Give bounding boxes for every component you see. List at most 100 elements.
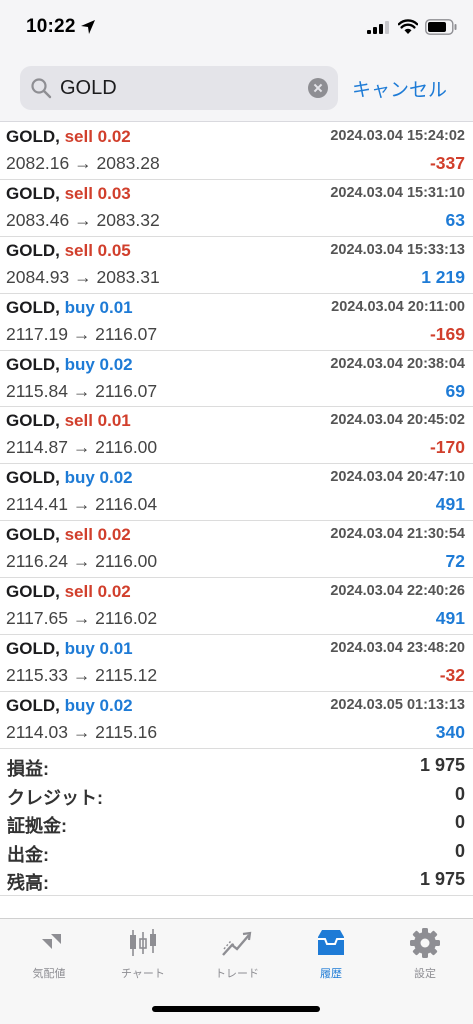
summary-value: 0 <box>454 783 465 804</box>
chart-icon <box>130 929 156 956</box>
trade-row[interactable]: GOLD, sell 0.05 2024.03.04 15:33:13 2084.9… <box>0 237 473 294</box>
trade-symbol: GOLD, buy 0.01 <box>6 639 133 659</box>
tab-trade[interactable]: トレード <box>190 927 284 987</box>
trade-symbol: GOLD, sell 0.01 <box>6 411 131 431</box>
trade-row[interactable]: GOLD, buy 0.01 2024.03.04 23:48:20 2115.33… <box>0 635 473 692</box>
wifi-icon <box>398 19 418 34</box>
trade-row[interactable]: GOLD, sell 0.02 2024.03.04 22:40:26 2117.6… <box>0 578 473 636</box>
trade-side: buy 0.01 <box>64 639 133 659</box>
trade-profit: 491 <box>435 608 465 629</box>
status-time: 10:22 <box>26 16 76 37</box>
clear-search-icon[interactable] <box>308 78 328 98</box>
summary-row: 残高: 1 975 <box>0 866 473 895</box>
tab-settings[interactable]: 設定 <box>378 927 472 987</box>
trade-side: buy 0.02 <box>64 695 133 715</box>
trade-row[interactable]: GOLD, sell 0.01 2024.03.04 20:45:02 2114.8… <box>0 407 473 465</box>
trade-row[interactable]: GOLD, sell 0.03 2024.03.04 15:31:10 2083.4… <box>0 180 473 237</box>
symbol-name: GOLD, <box>6 297 60 317</box>
search-field[interactable] <box>20 66 338 110</box>
symbol-name: GOLD, <box>6 127 60 146</box>
trade-time: 2024.03.04 15:24:02 <box>330 128 465 144</box>
trade-profit: -337 <box>429 153 465 173</box>
trade-side: buy 0.01 <box>64 297 133 317</box>
symbol-name: GOLD, <box>6 695 60 715</box>
trade-symbol: GOLD, buy 0.02 <box>6 468 133 488</box>
cancel-button[interactable]: キャンセル <box>352 75 447 102</box>
settings-icon <box>410 928 440 958</box>
symbol-name: GOLD, <box>6 183 60 203</box>
symbol-name: GOLD, <box>6 468 60 488</box>
trade-time: 2024.03.04 21:30:54 <box>330 526 465 543</box>
search-input[interactable] <box>60 66 310 110</box>
trade-profit: 340 <box>435 721 465 742</box>
symbol-name: GOLD, <box>6 525 60 545</box>
summary-label: 出金: <box>7 844 49 865</box>
trade-row[interactable]: GOLD, buy 0.02 2024.03.04 20:47:10 2114.41… <box>0 464 473 522</box>
trade-time: 2024.03.04 20:11:00 <box>331 298 465 315</box>
tab-label: トレード <box>215 968 259 980</box>
trade-profit: 69 <box>445 380 465 401</box>
summary-label: 損益: <box>7 759 49 779</box>
tab-label: 履歴 <box>320 968 342 980</box>
search-icon <box>31 78 52 99</box>
trade-prices: 2114.03 → 2115.16 <box>6 721 158 742</box>
trade-time: 2024.03.04 23:48:20 <box>330 640 465 657</box>
quotes-icon <box>37 934 61 954</box>
summary-value: 0 <box>454 840 465 861</box>
trade-profit: 72 <box>445 551 465 572</box>
trade-list: GOLD, sell 0.02 2024.03.04 15:24:02 2082.1… <box>0 123 473 749</box>
symbol-name: GOLD, <box>6 582 60 602</box>
trade-time: 2024.03.04 22:40:26 <box>330 583 465 600</box>
summary-value: 0 <box>454 812 465 832</box>
location-arrow-icon <box>81 20 95 34</box>
summary-label: 証拠金: <box>7 816 67 836</box>
tab-chart[interactable]: チャート <box>96 927 190 987</box>
history-icon <box>318 930 344 955</box>
trade-prices: 2115.84 → 2116.07 <box>6 380 158 401</box>
tab-quotes[interactable]: 気配値 <box>2 927 96 987</box>
trade-prices: 2115.33 → 2115.12 <box>6 665 158 686</box>
symbol-name: GOLD, <box>6 354 60 374</box>
trade-row[interactable]: GOLD, buy 0.02 2024.03.04 20:38:04 2115.84… <box>0 351 473 408</box>
trade-time: 2024.03.04 15:31:10 <box>330 184 465 201</box>
summary-value: 1 975 <box>419 869 465 889</box>
summary-label: 残高: <box>7 873 49 893</box>
trade-time: 2024.03.04 20:45:02 <box>330 412 465 429</box>
home-indicator <box>152 1006 320 1012</box>
trade-row[interactable]: GOLD, buy 0.01 2024.03.04 20:11:00 2117.19… <box>0 294 473 351</box>
trade-side: sell 0.03 <box>64 183 131 203</box>
trade-row[interactable]: GOLD, buy 0.02 2024.03.05 01:13:13 2114.03… <box>0 692 473 749</box>
summary-row: クレジット: 0 <box>0 781 473 810</box>
trade-time: 2024.03.04 20:38:04 <box>330 355 465 372</box>
trade-row[interactable]: GOLD, sell 0.02 2024.03.04 15:24:02 2082.1… <box>0 123 473 180</box>
summary-row: 損益: 1 975 <box>0 752 473 781</box>
symbol-name: GOLD, <box>6 411 60 431</box>
tab-label: 気配値 <box>32 968 66 980</box>
trade-symbol: GOLD, sell 0.02 <box>6 582 131 602</box>
cellular-signal-icon <box>367 21 389 34</box>
trade-prices: 2083.46 → 2083.32 <box>6 209 160 230</box>
trade-profit: -169 <box>429 323 465 344</box>
trade-side: sell 0.01 <box>64 411 131 431</box>
trade-prices: 2116.24 → 2116.00 <box>6 551 158 572</box>
trade-side: sell 0.02 <box>64 525 131 545</box>
trade-prices: 2117.65 → 2116.02 <box>6 608 158 629</box>
trade-prices: 2117.19 → 2116.07 <box>6 323 158 344</box>
account-summary: 損益: 1 975 クレジット: 0 証拠金: 0 出金: 0 残高: 1 975 <box>0 752 473 896</box>
trade-prices: 2114.87 → 2116.00 <box>6 437 158 458</box>
summary-label: クレジット: <box>7 787 103 808</box>
trade-side: sell 0.05 <box>64 240 131 260</box>
trade-symbol: GOLD, sell 0.05 <box>6 241 131 261</box>
symbol-name: GOLD, <box>6 639 60 659</box>
trade-time: 2024.03.04 15:33:13 <box>330 241 465 258</box>
trade-prices: 2114.41 → 2116.04 <box>6 494 158 515</box>
trade-icon <box>222 931 252 956</box>
trade-side: sell 0.02 <box>64 582 131 602</box>
trade-side: sell 0.02 <box>64 127 131 146</box>
summary-row: 出金: 0 <box>0 838 473 867</box>
trade-row[interactable]: GOLD, sell 0.02 2024.03.04 21:30:54 2116.2… <box>0 521 473 579</box>
trade-side: buy 0.02 <box>64 468 133 488</box>
status-bar: 10:22 <box>0 0 473 58</box>
tab-history[interactable]: 履歴 <box>284 927 378 987</box>
symbol-name: GOLD, <box>6 240 60 260</box>
